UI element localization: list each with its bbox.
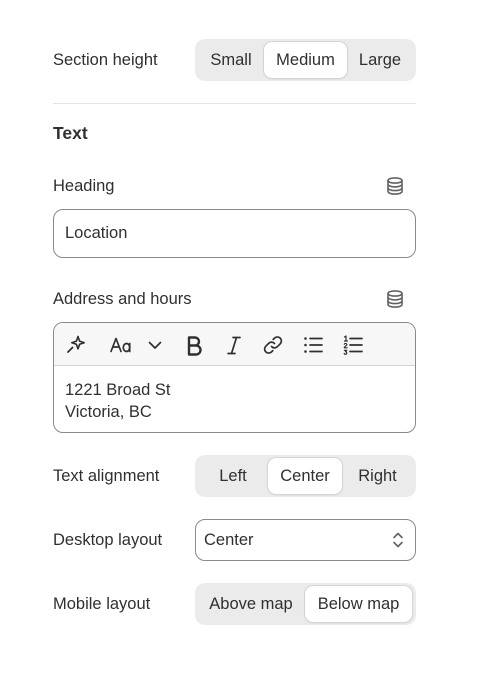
text-alignment-label: Text alignment bbox=[53, 466, 160, 485]
address-line: 1221 Broad St bbox=[65, 381, 171, 399]
text-alignment-left-option[interactable]: Left bbox=[198, 458, 268, 494]
database-icon[interactable] bbox=[385, 176, 405, 196]
divider bbox=[53, 103, 416, 104]
mobile-layout-below-map-option[interactable]: Below map bbox=[305, 586, 412, 622]
mobile-layout-above-map-option[interactable]: Above map bbox=[197, 586, 305, 622]
desktop-layout-select[interactable]: Center bbox=[195, 519, 416, 561]
text-alignment-segmented-control: Left Center Right bbox=[195, 455, 416, 497]
text-alignment-right-option[interactable]: Right bbox=[342, 458, 413, 494]
section-height-medium-option[interactable]: Medium bbox=[264, 42, 347, 78]
desktop-layout-value: Center bbox=[204, 530, 254, 549]
section-height-segmented-control: Small Medium Large bbox=[195, 39, 416, 81]
bullet-list-icon[interactable] bbox=[300, 332, 326, 358]
chevron-down-icon[interactable] bbox=[142, 332, 168, 358]
address-label: Address and hours bbox=[53, 290, 192, 308]
rich-text-toolbar bbox=[54, 323, 415, 366]
section-height-label: Section height bbox=[53, 50, 158, 69]
bold-icon[interactable] bbox=[181, 332, 207, 358]
section-height-row: Section height Small Medium Large bbox=[53, 39, 416, 81]
text-alignment-center-option[interactable]: Center bbox=[268, 458, 342, 494]
numbered-list-icon[interactable] bbox=[340, 332, 366, 358]
mobile-layout-label: Mobile layout bbox=[53, 594, 151, 613]
database-icon[interactable] bbox=[385, 289, 405, 309]
section-height-small-option[interactable]: Small bbox=[198, 42, 264, 78]
text-section-title: Text bbox=[53, 123, 88, 143]
font-size-icon[interactable] bbox=[108, 332, 136, 358]
magic-icon[interactable] bbox=[63, 332, 89, 358]
address-line: Victoria, BC bbox=[65, 403, 152, 421]
section-height-large-option[interactable]: Large bbox=[347, 42, 413, 78]
mobile-layout-segmented-control: Above map Below map bbox=[195, 583, 416, 625]
link-icon[interactable] bbox=[260, 332, 286, 358]
select-chevrons-icon bbox=[393, 532, 403, 548]
mobile-layout-row: Mobile layout Above map Below map bbox=[53, 583, 416, 625]
text-alignment-row: Text alignment Left Center Right bbox=[53, 455, 416, 497]
desktop-layout-row: Desktop layout Center bbox=[53, 519, 416, 561]
desktop-layout-label: Desktop layout bbox=[53, 530, 163, 549]
address-rich-text-editor: 1221 Broad St Victoria, BC bbox=[53, 322, 416, 433]
italic-icon[interactable] bbox=[221, 332, 247, 358]
heading-label: Heading bbox=[53, 177, 115, 195]
address-text-area[interactable]: 1221 Broad St Victoria, BC bbox=[54, 366, 415, 432]
heading-input[interactable]: Location bbox=[53, 209, 416, 258]
